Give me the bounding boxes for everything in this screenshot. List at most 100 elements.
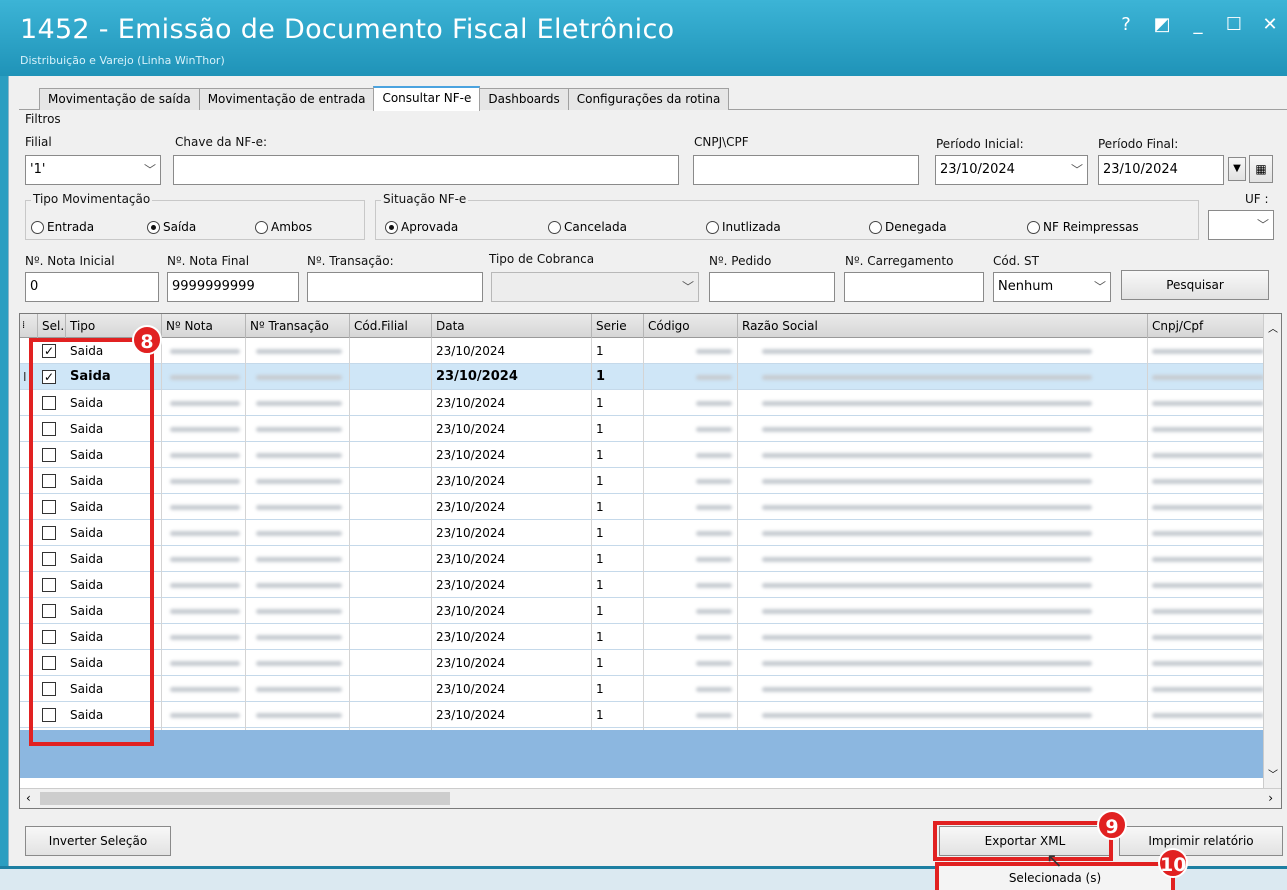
radio-denegada[interactable]: Denegada [869, 220, 947, 234]
redacted-value [170, 375, 240, 380]
carregamento-input[interactable] [844, 272, 984, 302]
inverter-selecao-button[interactable]: Inverter Seleção [25, 826, 171, 856]
scroll-up-icon[interactable]: ︿ [1268, 320, 1278, 335]
app-title: 1452 - Emissão de Documento Fiscal Eletr… [20, 14, 675, 45]
minimize-icon[interactable]: _ [1189, 14, 1207, 35]
col-header-filial[interactable]: Cód.Filial [350, 314, 432, 338]
nota-final-input[interactable]: 9999999999 [167, 272, 299, 302]
table-row[interactable]: Saida23/10/20241 [20, 494, 1281, 520]
periodo-inicial-picker[interactable]: 23/10/2024 ﹀ [935, 155, 1088, 185]
radio-label: Inutlizada [722, 220, 781, 234]
table-row[interactable]: Saida23/10/20241 [20, 702, 1281, 728]
col-header-razao[interactable]: Razão Social [738, 314, 1148, 338]
table-row[interactable]: Saida23/10/20241 [20, 624, 1281, 650]
table-row[interactable]: Saida23/10/20241 [20, 390, 1281, 416]
nota-inicial-label: Nº. Nota Inicial [25, 254, 115, 268]
grid-horizontal-scrollbar[interactable]: ‹ › [20, 788, 1281, 808]
carregamento-label: Nº. Carregamento [845, 254, 954, 268]
help-icon[interactable]: ? [1117, 14, 1135, 35]
table-row[interactable]: Saida23/10/20241 [20, 572, 1281, 598]
scroll-down-icon[interactable]: ﹀ [1268, 766, 1278, 781]
cell-filial [350, 520, 432, 546]
col-header-codigo[interactable]: Código [644, 314, 738, 338]
cell-data: 23/10/2024 [432, 520, 592, 546]
radio-ambos[interactable]: Ambos [255, 220, 312, 234]
radio-dot [385, 220, 398, 234]
filial-select[interactable]: '1' ﹀ [25, 155, 161, 185]
redacted-value [1152, 687, 1264, 692]
pedido-input[interactable] [709, 272, 835, 302]
col-header-serie[interactable]: Serie [592, 314, 644, 338]
radio-dot [147, 220, 160, 234]
tab-movimentacao-saida[interactable]: Movimentação de saída [39, 88, 200, 110]
calendar-icon[interactable]: ▦ [1249, 155, 1273, 183]
tab-configuracoes[interactable]: Configurações da rotina [567, 88, 730, 110]
redacted-value [762, 401, 1092, 406]
scroll-thumb[interactable] [40, 792, 450, 805]
table-row[interactable]: Saida23/10/20241 [20, 416, 1281, 442]
redacted-value [762, 453, 1092, 458]
cell-serie: 1 [592, 416, 644, 442]
periodo-final-picker[interactable]: 23/10/2024 [1098, 155, 1224, 185]
redacted-value [1152, 531, 1264, 536]
scroll-right-icon[interactable]: › [1268, 791, 1273, 805]
imprimir-relatorio-button[interactable]: Imprimir relatório [1119, 826, 1283, 856]
cell-filial [350, 338, 432, 364]
radio-entrada[interactable]: Entrada [31, 220, 94, 234]
grid-vertical-scrollbar[interactable]: ︿ ﹀ [1263, 314, 1281, 790]
uf-select[interactable]: ﹀ [1208, 210, 1274, 240]
col-header-nota[interactable]: Nº Nota [162, 314, 246, 338]
col-header-sel[interactable]: Sel. [38, 314, 66, 338]
cnpj-input[interactable] [693, 155, 919, 185]
callout-box-export [933, 821, 1113, 861]
scroll-left-icon[interactable]: ‹ [26, 791, 31, 805]
radio-inutlizada[interactable]: Inutlizada [706, 220, 781, 234]
pesquisar-button[interactable]: Pesquisar [1121, 270, 1269, 300]
cod-st-select[interactable]: Nenhum ﹀ [993, 272, 1111, 302]
redacted-value [170, 505, 240, 510]
radio-saida[interactable]: Saída [147, 220, 196, 234]
redacted-value [1152, 479, 1264, 484]
table-row[interactable]: I ✓ Saida 23/10/2024 1 [20, 364, 1281, 390]
cell-data: 23/10/2024 [432, 442, 592, 468]
title-bar: 1452 - Emissão de Documento Fiscal Eletr… [0, 0, 1287, 76]
col-header-transacao[interactable]: Nº Transação [246, 314, 350, 338]
table-row[interactable]: Saida23/10/20241 [20, 650, 1281, 676]
table-row[interactable]: Saida23/10/20241 [20, 546, 1281, 572]
table-row[interactable]: ✓ Saida 23/10/2024 1 [20, 338, 1281, 364]
tab-movimentacao-entrada[interactable]: Movimentação de entrada [198, 88, 375, 110]
redacted-value [1152, 401, 1264, 406]
nota-inicial-input[interactable]: 0 [25, 272, 159, 302]
table-row[interactable]: Saida23/10/20241 [20, 520, 1281, 546]
tipo-cobranca-select[interactable]: ﹀ [491, 272, 699, 302]
maximize-icon[interactable]: ☐ [1225, 14, 1243, 35]
chave-input[interactable] [173, 155, 679, 185]
radio-label: Entrada [47, 220, 95, 234]
table-row[interactable]: Saida23/10/20241 [20, 442, 1281, 468]
radio-nf-reimpressas[interactable]: NF Reimpressas [1027, 220, 1139, 234]
redacted-value [170, 609, 240, 614]
redacted-value [170, 557, 240, 562]
redacted-value [1152, 557, 1264, 562]
table-row[interactable]: Saida23/10/20241 [20, 598, 1281, 624]
redacted-value [1152, 609, 1264, 614]
radio-aprovada[interactable]: Aprovada [385, 220, 458, 234]
col-header-cnpj[interactable]: Cnpj/Cpf [1148, 314, 1264, 338]
radio-cancelada[interactable]: Cancelada [548, 220, 627, 234]
window-controls: ? ◩ _ ☐ ✕ [1117, 14, 1279, 35]
close-icon[interactable]: ✕ [1261, 14, 1279, 35]
redacted-value [256, 661, 342, 666]
tab-consultar-nfe[interactable]: Consultar NF-e [373, 86, 481, 111]
cell-data: 23/10/2024 [432, 546, 592, 572]
transacao-input[interactable] [307, 272, 483, 302]
table-row[interactable]: Saida23/10/20241 [20, 676, 1281, 702]
table-row[interactable]: Saida23/10/20241 [20, 468, 1281, 494]
filial-label: Filial [25, 135, 52, 149]
date-dropdown-button[interactable]: ▼ [1228, 157, 1246, 181]
redacted-value [256, 713, 342, 718]
tab-dashboards[interactable]: Dashboards [479, 88, 569, 110]
col-header-data[interactable]: Data [432, 314, 592, 338]
restore-layout-icon[interactable]: ◩ [1153, 14, 1171, 35]
filters-section-label: Filtros [25, 112, 61, 126]
tipo-mov-label: Tipo Movimentação [31, 192, 153, 206]
